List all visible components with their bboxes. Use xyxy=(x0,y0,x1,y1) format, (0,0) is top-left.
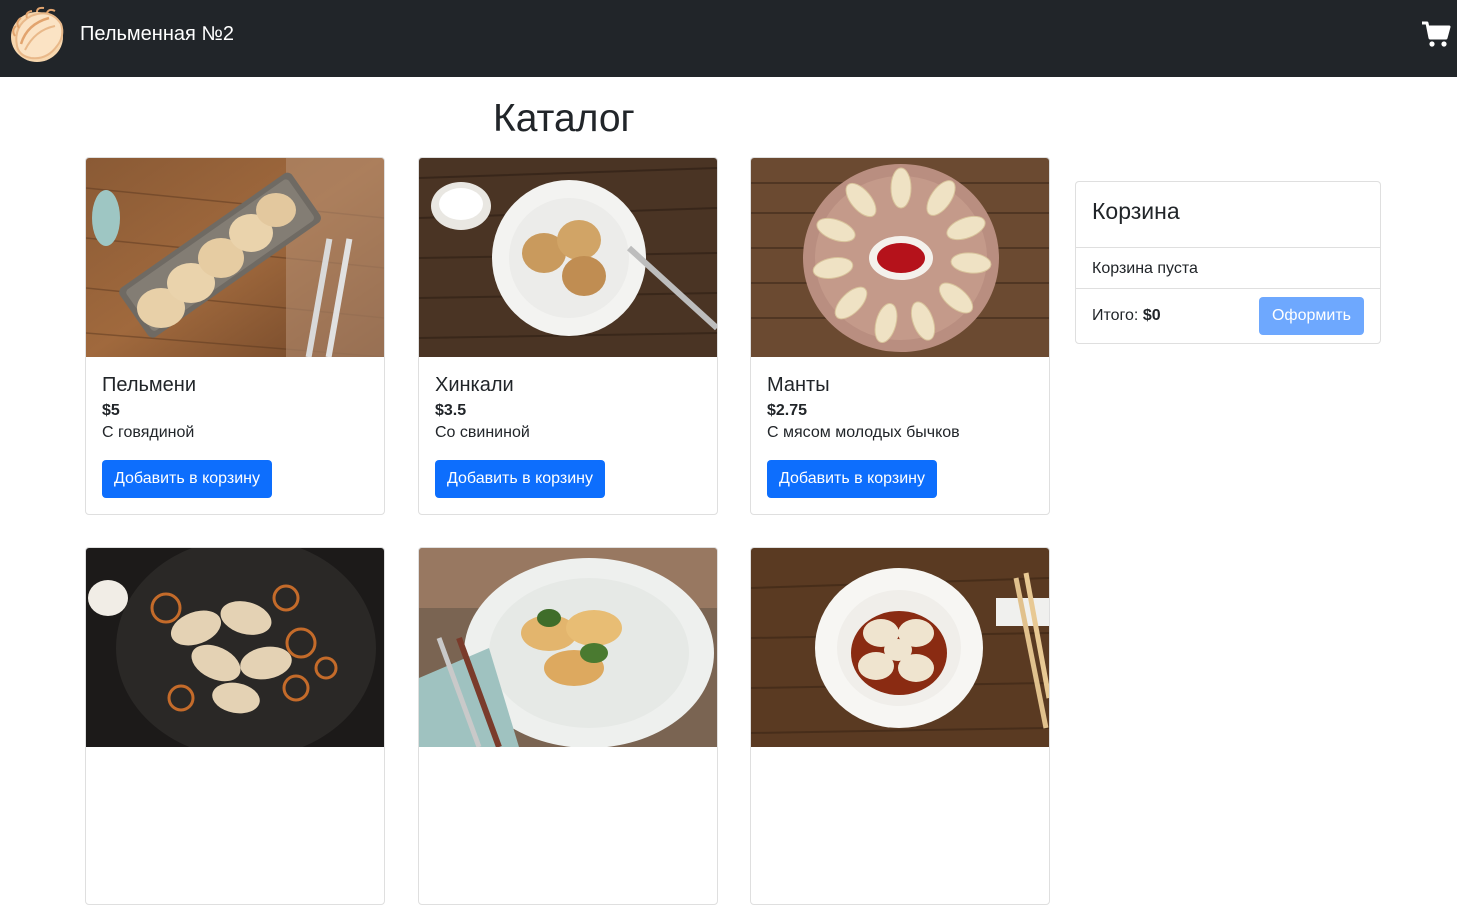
product-card xyxy=(750,547,1050,905)
product-card: Хинкали $3.5 Со свининой Добавить в корз… xyxy=(418,157,718,515)
cart-total: Итого: $0 xyxy=(1092,306,1161,326)
product-card xyxy=(418,547,718,905)
cart-empty-message: Корзина пуста xyxy=(1092,260,1198,277)
brand-title[interactable]: Пельменная №2 xyxy=(80,22,234,46)
shopping-cart-icon[interactable] xyxy=(1420,18,1452,50)
product-description: С мясом молодых бычков xyxy=(767,424,960,441)
cart-total-label: Итого: xyxy=(1092,307,1139,324)
product-description: Со свининой xyxy=(435,424,530,441)
product-photo xyxy=(419,548,717,747)
page-title: Каталог xyxy=(493,97,635,140)
product-photo xyxy=(86,548,384,747)
product-price: $2.75 xyxy=(767,402,808,419)
cart-footer: Итого: $0 Оформить xyxy=(1076,289,1380,343)
cart-title: Корзина xyxy=(1092,198,1180,224)
product-name: Пельмени xyxy=(102,374,197,396)
product-name: Хинкали xyxy=(435,374,514,396)
product-photo xyxy=(419,158,717,357)
product-description: С говядиной xyxy=(102,424,195,441)
product-card xyxy=(85,547,385,905)
product-price: $5 xyxy=(102,402,120,419)
add-to-cart-button[interactable]: Добавить в корзину xyxy=(102,460,273,498)
cart-items: Корзина пуста xyxy=(1076,248,1380,289)
add-to-cart-button[interactable]: Добавить в корзину xyxy=(435,460,606,498)
checkout-button[interactable]: Оформить xyxy=(1259,297,1364,335)
cart-header: Корзина xyxy=(1076,182,1380,248)
dumpling-logo-icon[interactable] xyxy=(7,6,67,66)
product-photo xyxy=(86,158,384,357)
add-to-cart-button[interactable]: Добавить в корзину xyxy=(767,460,938,498)
cart-panel: Корзина Корзина пуста Итого: $0 Оформить xyxy=(1075,181,1381,344)
product-photo xyxy=(751,158,1049,357)
product-photo xyxy=(751,548,1049,747)
product-card: Пельмени $5 С говядиной Добавить в корзи… xyxy=(85,157,385,515)
product-name: Манты xyxy=(767,374,830,396)
cart-total-value: $0 xyxy=(1142,307,1161,324)
navbar: Пельменная №2 xyxy=(0,0,1457,77)
product-price: $3.5 xyxy=(435,402,467,419)
product-card: Манты $2.75 С мясом молодых бычков Добав… xyxy=(750,157,1050,515)
